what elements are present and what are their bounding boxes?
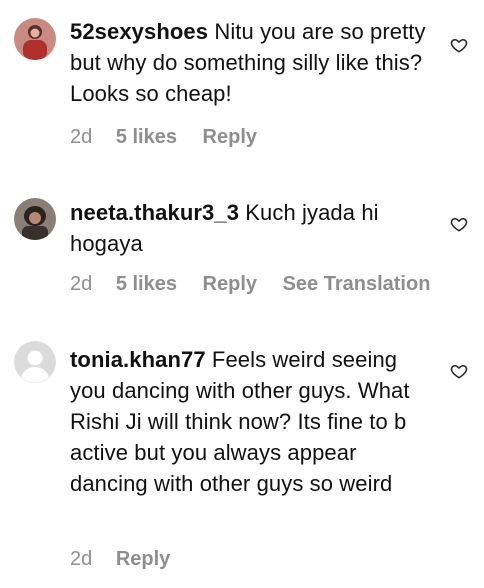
reply-button[interactable]: Reply xyxy=(203,126,257,148)
avatar[interactable] xyxy=(14,198,56,240)
comment-time: 2d xyxy=(70,548,93,570)
comment-text: neeta.thakur3_3 Kuch jyada hi hogaya xyxy=(70,197,410,259)
heart-outline-icon[interactable] xyxy=(450,362,468,380)
comment-item: tonia.khan77 Feels weird seeing you danc… xyxy=(0,322,484,588)
comment-meta: 2d 5 likes Reply See Translation xyxy=(70,273,430,296)
comment-meta: 2d 5 likes Reply xyxy=(70,126,277,149)
comment-text: tonia.khan77 Feels weird seeing you danc… xyxy=(70,344,425,499)
heart-outline-icon[interactable] xyxy=(450,215,468,233)
comment-item: 52sexyshoes Nitu you are so pretty but w… xyxy=(0,0,484,170)
comment-meta: 2d Reply xyxy=(70,548,190,571)
comment-text: 52sexyshoes Nitu you are so pretty but w… xyxy=(70,16,426,109)
likes-count[interactable]: 5 likes xyxy=(116,126,177,148)
comment-username[interactable]: tonia.khan77 xyxy=(70,347,206,372)
reply-button[interactable]: Reply xyxy=(116,548,170,570)
comment-time: 2d xyxy=(70,126,93,148)
see-translation-link[interactable]: See Translation xyxy=(283,273,431,295)
avatar[interactable] xyxy=(14,18,56,60)
comment-username[interactable]: neeta.thakur3_3 xyxy=(70,200,239,225)
heart-outline-icon[interactable] xyxy=(450,36,468,54)
comment-username[interactable]: 52sexyshoes xyxy=(70,19,208,44)
comment-time: 2d xyxy=(70,273,93,295)
default-avatar-icon[interactable] xyxy=(14,341,56,383)
comment-item: neeta.thakur3_3 Kuch jyada hi hogaya 2d … xyxy=(0,180,484,320)
reply-button[interactable]: Reply xyxy=(203,273,257,295)
likes-count[interactable]: 5 likes xyxy=(116,273,177,295)
